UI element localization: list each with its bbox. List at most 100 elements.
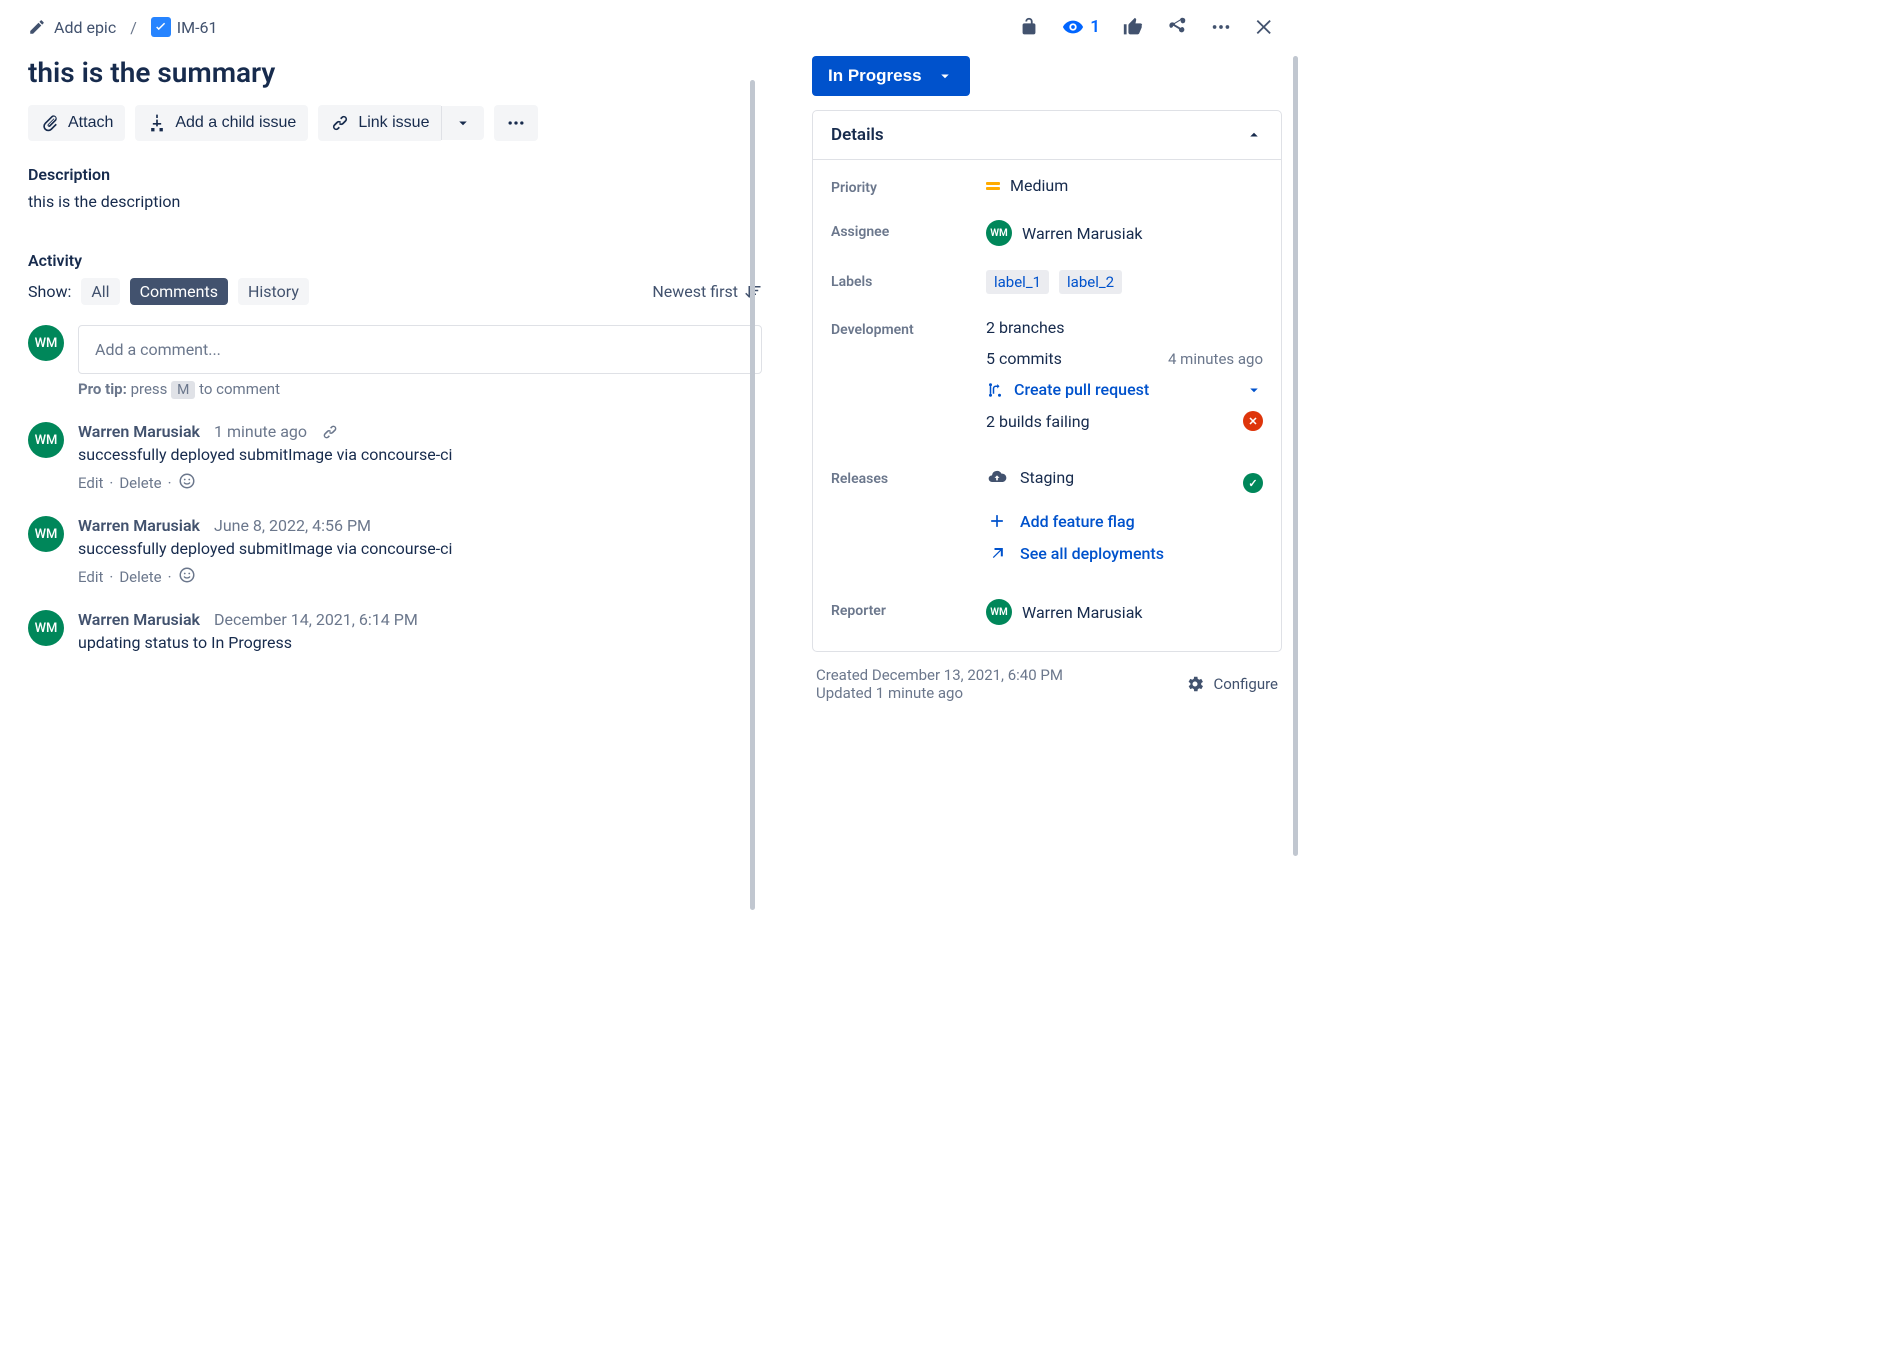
release-ok-icon: ✓: [1243, 473, 1263, 493]
activity-tabs: Show: All Comments History: [28, 278, 309, 305]
link-issue-dropdown[interactable]: [441, 106, 484, 140]
status-dropdown[interactable]: In Progress: [812, 56, 970, 96]
comment-edit[interactable]: Edit: [78, 474, 103, 492]
tab-all[interactable]: All: [81, 278, 119, 305]
close-icon: [1254, 16, 1276, 38]
comment-react[interactable]: [178, 566, 196, 588]
link-issue-button[interactable]: Link issue: [318, 105, 441, 141]
issue-header: Add epic / IM-61 1: [0, 0, 1300, 46]
watch-count: 1: [1090, 17, 1100, 37]
priority-medium-icon: [986, 182, 1000, 190]
pull-request-icon: [986, 381, 1004, 399]
issue-type-task-icon: [151, 17, 171, 37]
unlock-icon: [1018, 16, 1040, 38]
like-button[interactable]: [1122, 16, 1144, 38]
details-toggle[interactable]: Details: [813, 111, 1281, 160]
details-panel: Details Priority Medium Assignee: [812, 110, 1282, 652]
comment: WM Warren Marusiak 1 minute ago successf…: [28, 422, 762, 494]
comment-text: updating status to In Progress: [78, 633, 762, 652]
release-staging[interactable]: Staging: [1020, 468, 1074, 487]
comment-author[interactable]: Warren Marusiak: [78, 422, 200, 441]
emoji-icon: [178, 566, 196, 584]
comment-author[interactable]: Warren Marusiak: [78, 516, 200, 535]
issue-main-panel: this is the summary Attach Add a child i…: [0, 46, 790, 906]
close-button[interactable]: [1254, 16, 1276, 38]
link-icon[interactable]: [321, 423, 339, 441]
label-chip[interactable]: label_2: [1059, 270, 1122, 294]
chevron-down-icon: [936, 67, 954, 85]
comment-time: December 14, 2021, 6:14 PM: [214, 610, 418, 629]
sort-newest-first[interactable]: Newest first: [652, 282, 762, 301]
comment-delete[interactable]: Delete: [119, 568, 161, 586]
labels-value[interactable]: label_1 label_2: [986, 270, 1263, 294]
add-child-button[interactable]: Add a child issue: [135, 105, 308, 141]
right-scrollbar[interactable]: [1293, 56, 1298, 856]
attachment-icon: [40, 113, 60, 133]
comment: WM Warren Marusiak December 14, 2021, 6:…: [28, 610, 762, 660]
comment-actions: Edit · Delete ·: [78, 472, 762, 494]
create-pr-link[interactable]: Create pull request: [986, 380, 1149, 399]
attach-button[interactable]: Attach: [28, 105, 125, 141]
branches-link[interactable]: 2 branches: [986, 318, 1065, 337]
summary-title[interactable]: this is the summary: [28, 56, 762, 89]
action-overflow-button[interactable]: [494, 105, 538, 141]
assignee-avatar: WM: [986, 220, 1012, 246]
assignee-label: Assignee: [831, 220, 986, 240]
see-all-deployments[interactable]: See all deployments: [986, 543, 1263, 563]
chevron-up-icon: [1245, 126, 1263, 144]
comment-text: successfully deployed submitImage via co…: [78, 539, 762, 558]
reporter-label: Reporter: [831, 599, 986, 619]
comment-avatar: WM: [28, 422, 64, 458]
plus-icon: [987, 511, 1007, 531]
chevron-down-icon[interactable]: [1245, 381, 1263, 399]
issue-key-link[interactable]: IM-61: [151, 17, 218, 37]
build-fail-icon: ✕: [1243, 411, 1263, 431]
comment-react[interactable]: [178, 472, 196, 494]
commits-time: 4 minutes ago: [1168, 350, 1263, 368]
tab-history[interactable]: History: [238, 278, 309, 305]
details-title: Details: [831, 125, 884, 145]
priority-label: Priority: [831, 176, 986, 196]
quick-actions: Attach Add a child issue Link issue: [28, 105, 762, 141]
commits-link[interactable]: 5 commits: [986, 349, 1062, 368]
comment-delete[interactable]: Delete: [119, 474, 161, 492]
add-child-label: Add a child issue: [175, 114, 296, 132]
watchers-button[interactable]: 1: [1062, 16, 1100, 38]
configure-link[interactable]: Configure: [1185, 666, 1278, 702]
builds-status[interactable]: 2 builds failing: [986, 412, 1090, 431]
header-actions: 1: [1018, 16, 1276, 38]
comment-time: 1 minute ago: [214, 422, 307, 441]
share-button[interactable]: [1166, 16, 1188, 38]
cloud-upload-icon: [986, 467, 1008, 487]
comment-protip: Pro tip: press M to comment: [78, 380, 762, 398]
label-chip[interactable]: label_1: [986, 270, 1049, 294]
issue-key-text: IM-61: [177, 18, 218, 37]
comment-input[interactable]: Add a comment...: [78, 325, 762, 374]
sort-label: Newest first: [652, 282, 738, 301]
gear-icon: [1185, 674, 1205, 694]
lock-button[interactable]: [1018, 16, 1040, 38]
assignee-value[interactable]: WM Warren Marusiak: [986, 220, 1263, 246]
comment-text: successfully deployed submitImage via co…: [78, 445, 762, 464]
emoji-icon: [178, 472, 196, 490]
description-text[interactable]: this is the description: [28, 192, 762, 211]
comment-author[interactable]: Warren Marusiak: [78, 610, 200, 629]
comment-edit[interactable]: Edit: [78, 568, 103, 586]
child-issue-icon: [147, 113, 167, 133]
left-scrollbar[interactable]: [750, 80, 755, 910]
tab-comments[interactable]: Comments: [130, 278, 228, 305]
show-label: Show:: [28, 282, 71, 301]
add-epic-link[interactable]: Add epic: [28, 18, 116, 37]
more-actions-button[interactable]: [1210, 16, 1232, 38]
breadcrumb-separator: /: [130, 18, 137, 37]
pencil-icon: [28, 18, 46, 36]
priority-value[interactable]: Medium: [986, 176, 1263, 195]
eye-icon: [1062, 16, 1084, 38]
updated-timestamp: Updated 1 minute ago: [816, 684, 1063, 702]
link-issue-label: Link issue: [358, 114, 429, 132]
reporter-value[interactable]: WM Warren Marusiak: [986, 599, 1263, 625]
reporter-avatar: WM: [986, 599, 1012, 625]
issue-side-panel: In Progress Details Priority Medium: [790, 46, 1300, 906]
activity-heading: Activity: [28, 251, 762, 270]
add-feature-flag[interactable]: Add feature flag: [986, 511, 1263, 531]
